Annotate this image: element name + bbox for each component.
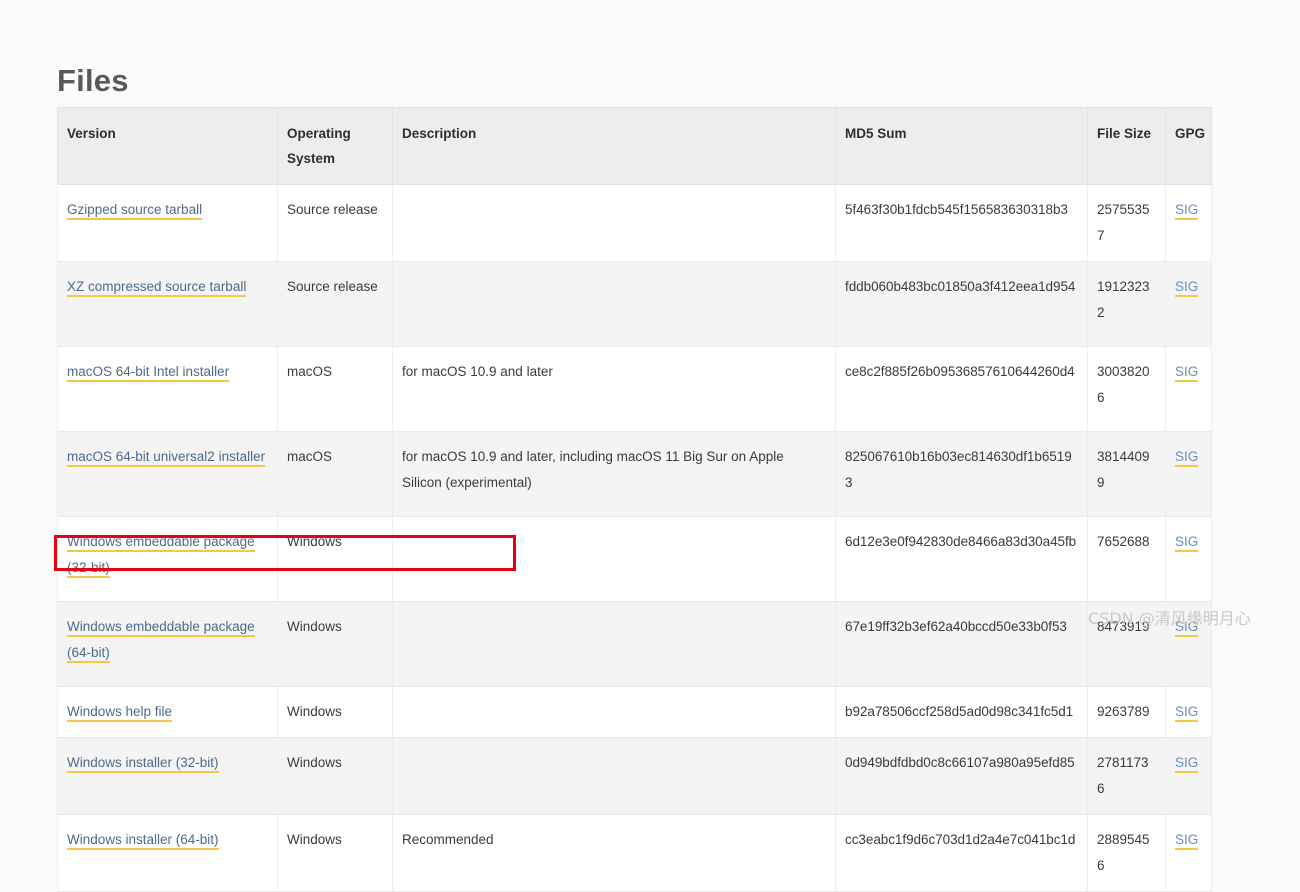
download-link[interactable]: macOS 64-bit Intel installer [67, 364, 230, 382]
table-row: macOS 64-bit universal2 installer macOS fo… [57, 431, 1212, 517]
cell-operating-system: Windows [277, 686, 393, 738]
cell-md5-sum: b92a78506ccf258d5ad0d98c341fc5d1 [835, 686, 1088, 738]
cell-operating-system: Windows [277, 814, 393, 892]
cell-file-size: 27811736 [1087, 737, 1166, 815]
cell-file-size: 19123232 [1087, 261, 1166, 347]
cell-description [392, 184, 836, 262]
cell-version: Windows embeddable package (64-bit) [57, 601, 278, 687]
download-link[interactable]: macOS 64-bit universal2 installer [67, 449, 266, 467]
cell-description [392, 601, 836, 687]
gpg-signature-link[interactable]: SIG [1175, 755, 1199, 773]
table-row: Windows embeddable package (64-bit) Windo… [57, 601, 1212, 687]
files-table: Version Operating System Description MD5… [57, 107, 1212, 892]
files-page: Files Version Operating System Descripti… [0, 0, 1300, 892]
cell-md5-sum: 825067610b16b03ec814630df1b65193 [835, 431, 1088, 517]
cell-file-size: 38144099 [1087, 431, 1166, 517]
watermark-text: CSDN @清风缘明月心 [1088, 609, 1251, 628]
cell-md5-sum: 0d949bdfdbd0c8c66107a980a95efd85 [835, 737, 1088, 815]
files-table-head: Version Operating System Description MD5… [57, 107, 1212, 185]
files-table-body: Gzipped source tarball Source release 5f46… [57, 184, 1212, 892]
cell-md5-sum: cc3eabc1f9d6c703d1d2a4e7c041bc1d [835, 814, 1088, 892]
column-header-md5: MD5 Sum [835, 107, 1088, 185]
cell-operating-system: Source release [277, 184, 393, 262]
cell-version: Windows help file [57, 686, 278, 738]
column-header-description: Description [392, 107, 836, 185]
cell-version: XZ compressed source tarball [57, 261, 278, 347]
cell-operating-system: Windows [277, 737, 393, 815]
cell-operating-system: macOS [277, 431, 393, 517]
cell-description [392, 686, 836, 738]
cell-version: Windows installer (64-bit) [57, 814, 278, 892]
cell-md5-sum: 6d12e3e0f942830de8466a83d30a45fb [835, 516, 1088, 602]
cell-gpg: SIG [1165, 184, 1212, 262]
cell-description [392, 737, 836, 815]
table-row: Gzipped source tarball Source release 5f46… [57, 184, 1212, 262]
cell-version: macOS 64-bit Intel installer [57, 346, 278, 432]
gpg-signature-link[interactable]: SIG [1175, 364, 1199, 382]
download-link[interactable]: Windows embeddable package (64-bit) [67, 619, 255, 663]
cell-md5-sum: fddb060b483bc01850a3f412eea1d954 [835, 261, 1088, 347]
cell-description: Recommended [392, 814, 836, 892]
gpg-signature-link[interactable]: SIG [1175, 534, 1199, 552]
cell-md5-sum: ce8c2f885f26b09536857610644260d4 [835, 346, 1088, 432]
cell-gpg: SIG [1165, 516, 1212, 602]
cell-version: Windows installer (32-bit) [57, 737, 278, 815]
cell-operating-system: Windows [277, 601, 393, 687]
cell-gpg: SIG [1165, 686, 1212, 738]
gpg-signature-link[interactable]: SIG [1175, 704, 1199, 722]
column-header-version: Version [57, 107, 278, 185]
gpg-signature-link[interactable]: SIG [1175, 279, 1199, 297]
cell-file-size: 30038206 [1087, 346, 1166, 432]
cell-file-size: 28895456 [1087, 814, 1166, 892]
table-row: Windows installer (64-bit) Windows Recomme… [57, 814, 1212, 892]
cell-gpg: SIG [1165, 814, 1212, 892]
cell-operating-system: Windows [277, 516, 393, 602]
column-header-os: Operating System [277, 107, 393, 185]
cell-gpg: SIG [1165, 261, 1212, 347]
table-row: macOS 64-bit Intel installer macOS for mac… [57, 346, 1212, 432]
cell-version: Windows embeddable package (32-bit) [57, 516, 278, 602]
column-header-filesize: File Size [1087, 107, 1166, 185]
download-link[interactable]: XZ compressed source tarball [67, 279, 247, 297]
cell-gpg: SIG [1165, 737, 1212, 815]
download-link[interactable]: Windows installer (64-bit) [67, 832, 219, 850]
cell-description [392, 261, 836, 347]
cell-file-size: 9263789 [1087, 686, 1166, 738]
table-row: Windows embeddable package (32-bit) Windo… [57, 516, 1212, 602]
download-link[interactable]: Gzipped source tarball [67, 202, 203, 220]
table-row: Windows help file Windows b92a78506ccf258d… [57, 686, 1212, 738]
gpg-signature-link[interactable]: SIG [1175, 832, 1199, 850]
column-header-gpg: GPG [1165, 107, 1212, 185]
table-row: Windows installer (32-bit) Windows 0d949bd… [57, 737, 1212, 815]
cell-version: macOS 64-bit universal2 installer [57, 431, 278, 517]
cell-gpg: SIG [1165, 346, 1212, 432]
cell-operating-system: macOS [277, 346, 393, 432]
cell-gpg: SIG [1165, 431, 1212, 517]
cell-description: for macOS 10.9 and later, including macO… [392, 431, 836, 517]
cell-file-size: 7652688 [1087, 516, 1166, 602]
table-row: XZ compressed source tarball Source relea… [57, 261, 1212, 347]
cell-md5-sum: 5f463f30b1fdcb545f156583630318b3 [835, 184, 1088, 262]
cell-md5-sum: 67e19ff32b3ef62a40bccd50e33b0f53 [835, 601, 1088, 687]
cell-description [392, 516, 836, 602]
cell-operating-system: Source release [277, 261, 393, 347]
cell-description: for macOS 10.9 and later [392, 346, 836, 432]
download-link[interactable]: Windows help file [67, 704, 173, 722]
gpg-signature-link[interactable]: SIG [1175, 449, 1199, 467]
download-link[interactable]: Windows installer (32-bit) [67, 755, 219, 773]
download-link[interactable]: Windows embeddable package (32-bit) [67, 534, 255, 578]
page-title: Files [57, 62, 129, 98]
cell-file-size: 25755357 [1087, 184, 1166, 262]
table-header-row: Version Operating System Description MD5… [57, 107, 1212, 185]
cell-version: Gzipped source tarball [57, 184, 278, 262]
gpg-signature-link[interactable]: SIG [1175, 202, 1199, 220]
